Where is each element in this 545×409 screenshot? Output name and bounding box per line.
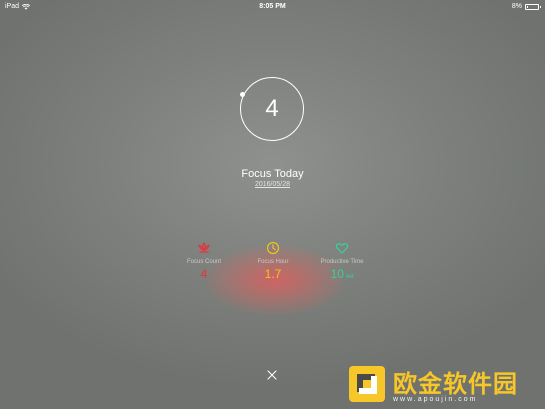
focus-title: Focus Today bbox=[241, 168, 304, 180]
battery-icon bbox=[525, 4, 541, 10]
stat-focus-count: Focus Count 4 bbox=[169, 241, 239, 281]
stat-value: 4 bbox=[169, 267, 239, 281]
lotus-icon bbox=[198, 242, 210, 253]
status-time: 8:05 PM bbox=[259, 3, 286, 10]
stat-focus-hour: Focus Hour 1.7 bbox=[238, 241, 308, 281]
focus-date-link[interactable]: 2016/05/28 bbox=[0, 181, 545, 188]
status-bar: iPad 8:05 PM 8% bbox=[0, 0, 545, 14]
watermark-url: www.apoujin.com bbox=[393, 396, 478, 403]
stat-productive-time: Productive Time 10 AM bbox=[307, 241, 377, 281]
watermark-title: 欧金软件园 bbox=[393, 371, 518, 398]
stat-unit: AM bbox=[345, 274, 354, 280]
status-right: 8% bbox=[511, 0, 541, 14]
watermark-logo-icon bbox=[349, 366, 385, 402]
stat-value-number: 1.7 bbox=[264, 267, 282, 281]
stat-label: Focus Count bbox=[186, 259, 222, 265]
stat-value: 10 AM bbox=[307, 267, 377, 281]
stat-label: Focus Hour bbox=[257, 259, 289, 265]
battery-fill bbox=[527, 6, 528, 8]
stat-value-number: 4 bbox=[200, 267, 208, 281]
stat-value-number: 10 bbox=[330, 267, 344, 281]
battery-percent: 8% bbox=[511, 3, 522, 10]
stat-label: Productive Time bbox=[320, 259, 364, 265]
heart-icon bbox=[335, 243, 349, 254]
clock-icon bbox=[266, 241, 280, 255]
focus-count-display: 4 bbox=[265, 95, 279, 122]
watermark: 欧金软件园 www.apoujin.com bbox=[345, 360, 545, 409]
stat-value: 1.7 bbox=[238, 267, 308, 281]
close-icon[interactable] bbox=[266, 369, 278, 381]
